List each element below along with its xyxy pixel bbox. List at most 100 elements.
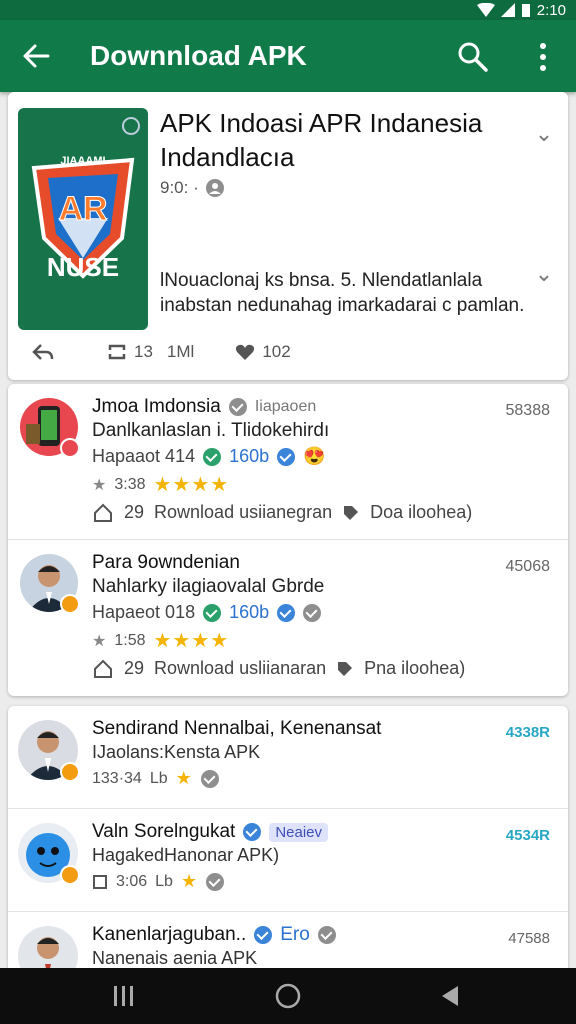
page-title: Downnload APK [90,40,307,71]
item-meta-text: 3:06 [116,872,148,890]
list-item[interactable]: Jmoa Imdonsia Iiapaoen Danlkanlaslan i. … [8,384,568,540]
item-title: Sendirand Nennalbai, Kenenansat [92,718,382,739]
item-stat-value: 160b [229,602,270,622]
info-icon [317,926,336,944]
featured-description: lNouaclonaj ks bnsa. 5. Nlendatlanlala i… [160,270,525,316]
emoji-icon: 😍 [303,446,326,466]
like-group[interactable]: 102 [234,342,291,362]
tag-icon [338,661,353,676]
item-meta-short: Lb [149,769,168,787]
back-triangle-icon[interactable] [436,982,464,1010]
chevron-down-icon[interactable]: ⌄ [532,122,556,146]
featured-meta: 9:0: · [160,178,225,198]
icon-text-top: JIAAAMI [60,155,105,167]
featured-title: APK Indoasi APR Indanesia Indandlacıa [160,108,483,172]
check-icon [203,603,222,622]
reply-icon[interactable] [32,343,54,361]
item-tag[interactable]: Neaiev [269,822,329,842]
rating-stars: ★★★★ [153,474,230,496]
icon-text-bottom: NUSE [47,252,119,282]
item-meta-short: Lb [155,872,173,890]
more-vert-icon[interactable] [530,40,556,74]
frame-icon [93,874,107,889]
item-meta: 3:06 Lb ★ [92,871,225,892]
item-title-row: Jmoa Imdonsia Iiapaoen [92,396,316,418]
item-subtitle: Nahlarky ilagiaovalal Gbrde [92,576,325,597]
item-subtitle: Nanenais aenia APK [92,948,258,968]
repost-icon [108,344,126,360]
person-icon [205,179,224,197]
item-subtitle: IJaolans:Kensta APK [92,742,261,762]
item-count: 58388 [505,402,551,419]
status-bar: 2:10 [0,0,576,20]
check-icon [203,447,222,466]
reply-count: 29 [124,502,145,522]
verified-icon [243,823,262,841]
status-badge [60,762,80,782]
item-count: 47588 [508,930,550,947]
item-rating: ★ 1:58 ★★★★ [92,628,229,653]
status-badge [60,594,80,614]
item-title: Kanenlarjaguban.. [92,924,247,945]
back-arrow-icon[interactable] [20,40,52,72]
chevron-down-icon[interactable]: ⌄ [532,262,556,286]
repost-group[interactable]: 13 [106,342,153,362]
status-badge [60,865,80,885]
item-count: 45068 [505,558,551,575]
home-icon[interactable] [92,659,114,679]
list-item[interactable]: Para 9owndenian Nahlarky ilagiaovalal Gb… [8,540,568,695]
rating-label: 1:58 [114,631,146,649]
info-icon [200,769,219,788]
item-handle: Iiapaoen [254,398,317,415]
download-link[interactable]: Rownload usliianaran [154,658,326,679]
item-stats-text: Hapaeot 018 [92,602,196,622]
item-title: Para 9owndenian [92,552,240,573]
list-item[interactable]: Valn Sorelngukat Neaiev HagakedHanonar A… [8,809,568,912]
list-item[interactable]: Sendirand Nennalbai, Kenenansat IJaolans… [8,706,568,809]
reply-count: 29 [124,658,145,678]
item-title-row: Valn Sorelngukat Neaiev [92,821,329,843]
info-icon [303,603,322,622]
status-badge [60,438,80,458]
status-icons: 2:10 [476,0,566,20]
system-nav-bar [0,968,576,1024]
download-link[interactable]: Rownload usiianegran [154,502,332,523]
item-actions: 29 Rownload usiianegran Doa iloohea) [92,502,472,523]
views-count: 1Ml [166,342,195,361]
item-subtitle: HagakedHanonar APK) [92,845,280,865]
verified-icon [254,926,273,944]
app-icon[interactable]: JIAAAMI AR NUSE [18,108,148,330]
home-circle-icon[interactable] [274,982,302,1010]
primary-list-card: Jmoa Imdonsia Iiapaoen Danlkanlaslan i. … [8,384,568,696]
item-count: 4534R [505,827,550,844]
status-time: 2:10 [536,1,566,19]
item-stats: Hapaaot 414 160b 😍 [92,446,326,467]
verified-icon [277,603,296,622]
signal-icon [500,3,515,17]
repost-count: 13 [134,342,153,361]
secondary-link[interactable]: Pna iloohea) [364,658,465,679]
star-icon: ★ [180,871,199,891]
app-bar: Downnload APK [0,20,576,92]
verified-icon [228,398,247,416]
recents-icon[interactable] [110,982,138,1010]
secondary-list-card: Sendirand Nennalbai, Kenenansat IJaolans… [8,706,568,988]
likes-count: 102 [262,342,291,361]
item-stats: Hapaeot 018 160b [92,602,322,623]
item-actions: 29 Rownload usliianaran Pna iloohea) [92,658,465,679]
item-subtitle: Danlkanlaslan i. Tlidokehirdı [92,420,330,441]
wifi-icon [476,3,495,17]
item-count: 4338R [505,724,550,741]
item-tag[interactable]: Ero [280,924,310,946]
item-title-row: Para 9owndenian [92,552,240,574]
secondary-link[interactable]: Doa iloohea) [370,502,472,523]
item-stats-text: Hapaaot 414 [92,446,196,466]
item-title: Valn Sorelngukat [92,821,236,842]
verified-icon [277,447,296,466]
featured-app-card[interactable]: JIAAAMI AR NUSE APK Indoasi APR Indanesi… [8,92,568,380]
featured-actions: 13 1Ml 102 [32,342,291,362]
rating-label: 3:38 [114,475,146,493]
star-outline-icon: ★ [92,476,107,494]
search-icon[interactable] [456,40,490,74]
home-icon[interactable] [92,503,114,523]
